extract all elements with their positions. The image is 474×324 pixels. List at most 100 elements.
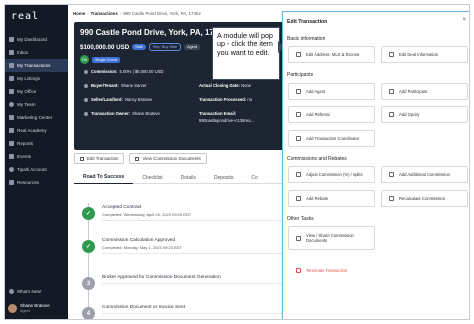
edit-address-button[interactable]: Edit Address, MLS & Escrow bbox=[288, 46, 375, 63]
rep-badge: Rep: Buy Side bbox=[148, 43, 182, 51]
marketing-icon bbox=[9, 115, 14, 120]
sidebar-item-resources[interactable]: Resources bbox=[5, 176, 68, 189]
sidebar-item-listings[interactable]: My Listings bbox=[5, 72, 68, 85]
sidebar-item-label: My Listings bbox=[17, 76, 40, 81]
add-opcity-button[interactable]: Add Opcity bbox=[381, 106, 468, 123]
sidebar-item-team[interactable]: My Team bbox=[5, 98, 68, 111]
step-title: Broker Approved for Commission Document … bbox=[102, 275, 221, 280]
sidebar-item-transactions[interactable]: My Transactions bbox=[5, 59, 68, 72]
avatar bbox=[8, 304, 17, 313]
tab-deposits[interactable]: Deposits bbox=[205, 171, 242, 184]
add-transaction-coordinator-button[interactable]: Add Transaction Coordinator bbox=[288, 130, 375, 147]
edit-transaction-panel: Edit Transaction × Basic information Edi… bbox=[282, 11, 469, 319]
tab-road-to-success[interactable]: Road To Success bbox=[74, 171, 134, 184]
sidebar: real My Dashboard Inbox My Transactions … bbox=[5, 5, 68, 319]
buyer-row: Buyer/Tenant: Shane Sarver bbox=[84, 83, 146, 88]
dollar-icon bbox=[84, 69, 88, 74]
add-referral-button[interactable]: Add Referral bbox=[288, 106, 375, 123]
step-title: Commission Calculation Approved bbox=[102, 238, 176, 243]
user-name: Shane Bratove bbox=[20, 303, 50, 308]
sidebar-item-tipalti[interactable]: Tipalti Account bbox=[5, 163, 68, 176]
seller-row: Seller/Landlord: Nancy Bratove bbox=[84, 97, 152, 102]
adjust-commission-button[interactable]: Adjust Commission (%) / splits bbox=[288, 166, 375, 183]
tab-more[interactable]: Co bbox=[242, 171, 266, 184]
panel-title: Edit Transaction bbox=[287, 19, 328, 25]
type-badge: Agent bbox=[184, 44, 201, 50]
events-icon bbox=[9, 154, 14, 159]
sidebar-item-reports[interactable]: Reports bbox=[5, 137, 68, 150]
sidebar-item-label: Tipalti Account bbox=[17, 167, 47, 172]
view-share-commission-documents-button[interactable]: View / Share Commission Documents bbox=[288, 226, 375, 250]
page-title: 990 Castle Pond Drive, York, PA, 17402 bbox=[80, 28, 228, 37]
step-title: Commission Document or Invoice Sent bbox=[102, 305, 185, 310]
sidebar-item-events[interactable]: Events bbox=[5, 150, 68, 163]
transaction-email-label: Transaction Email: bbox=[199, 111, 237, 116]
add-user-icon bbox=[389, 112, 394, 117]
trash-icon bbox=[296, 268, 301, 273]
inbox-icon bbox=[9, 50, 14, 55]
resources-icon bbox=[9, 180, 14, 185]
owner-row: Transaction Owner: Shane Bratove bbox=[84, 111, 160, 116]
price-row: $100,000.00 USD Sale Rep: Buy Side Agent bbox=[80, 43, 201, 51]
edit-transaction-button[interactable]: Edit Transaction bbox=[74, 153, 125, 164]
logo: real bbox=[11, 11, 40, 22]
dashboard-icon bbox=[9, 37, 14, 42]
add-agent-button[interactable]: Add Agent bbox=[288, 83, 375, 100]
sidebar-item-marketing[interactable]: Marketing Center bbox=[5, 111, 68, 124]
breadcrumb-home[interactable]: Home bbox=[73, 11, 85, 16]
transactions-icon bbox=[9, 63, 14, 68]
check-icon: ✓ bbox=[82, 240, 95, 253]
whats-new-link[interactable]: What's New! bbox=[9, 289, 42, 294]
add-user-icon bbox=[296, 136, 301, 141]
sidebar-item-label: Events bbox=[17, 154, 32, 159]
section-commissions: Commissions and Rebates bbox=[287, 156, 347, 162]
sidebar-item-label: My Office bbox=[17, 89, 37, 94]
sidebar-item-office[interactable]: My Office bbox=[5, 85, 68, 98]
add-rebate-button[interactable]: Add Rebate bbox=[288, 190, 375, 207]
tab-details[interactable]: Details bbox=[172, 171, 205, 184]
tab-checklist[interactable]: Checklist bbox=[133, 171, 171, 184]
whats-new-label: What's New! bbox=[17, 289, 42, 294]
step-subtitle: Completed: Monday, May 1, 2023 09:23 EDT bbox=[102, 245, 182, 250]
timeline-line bbox=[88, 203, 89, 319]
reports-icon bbox=[9, 141, 14, 146]
close-icon[interactable]: × bbox=[462, 17, 466, 23]
sidebar-item-inbox[interactable]: Inbox bbox=[5, 46, 68, 59]
sidebar-item-label: My Team bbox=[17, 102, 36, 107]
road-to-success-timeline: ✓ Accepted Contract Completed: Wednesday,… bbox=[74, 187, 287, 319]
sidebar-item-label: Marketing Center bbox=[17, 115, 53, 120]
recalculate-commission-button[interactable]: Recalculate Commission bbox=[381, 190, 468, 207]
person-icon bbox=[84, 83, 88, 88]
document-icon bbox=[296, 235, 301, 241]
pencil-icon bbox=[296, 52, 301, 57]
breadcrumb: Home › Transactions › 990 Castle Pond Drive,… bbox=[73, 11, 201, 16]
transaction-email: 990castlepondrive+c138rea... bbox=[199, 118, 255, 123]
person-icon bbox=[84, 111, 88, 116]
megaphone-icon bbox=[9, 289, 14, 294]
percent-icon bbox=[296, 172, 301, 177]
breadcrumb-transactions[interactable]: Transactions bbox=[91, 11, 118, 16]
add-user-icon bbox=[389, 89, 394, 94]
view-commission-documents-button[interactable]: View Commission Documents bbox=[129, 153, 207, 164]
sidebar-item-label: Real Academy bbox=[17, 128, 47, 133]
sidebar-item-dashboard[interactable]: My Dashboard bbox=[5, 33, 68, 46]
add-participant-button[interactable]: Add Participant bbox=[381, 83, 468, 100]
add-user-icon bbox=[296, 89, 301, 94]
instruction-callout: A module will pop up - click the item yo… bbox=[212, 27, 280, 80]
listings-icon bbox=[9, 76, 14, 81]
check-icon: ✓ bbox=[82, 207, 95, 220]
academy-icon bbox=[9, 128, 14, 133]
edit-deal-information-button[interactable]: Edit Deal Information bbox=[381, 46, 468, 63]
add-additional-commission-button[interactable]: Add Additional Commission bbox=[381, 166, 468, 183]
section-other-tasks: Other Tasks bbox=[287, 216, 314, 222]
user-menu[interactable]: Shane Bratove Agent bbox=[8, 303, 50, 314]
sidebar-item-academy[interactable]: Real Academy bbox=[5, 124, 68, 137]
terminate-transaction-button[interactable]: Terminate Transaction bbox=[288, 262, 375, 279]
section-basic-information: Basic information bbox=[287, 36, 326, 42]
closing-date: Actual Closing Date: None bbox=[199, 83, 252, 88]
sale-badge: Sale bbox=[132, 44, 146, 50]
step-number: 3 bbox=[82, 277, 95, 290]
sidebar-item-label: Reports bbox=[17, 141, 34, 146]
user-role: Agent bbox=[20, 308, 30, 313]
plus-icon bbox=[389, 172, 394, 177]
